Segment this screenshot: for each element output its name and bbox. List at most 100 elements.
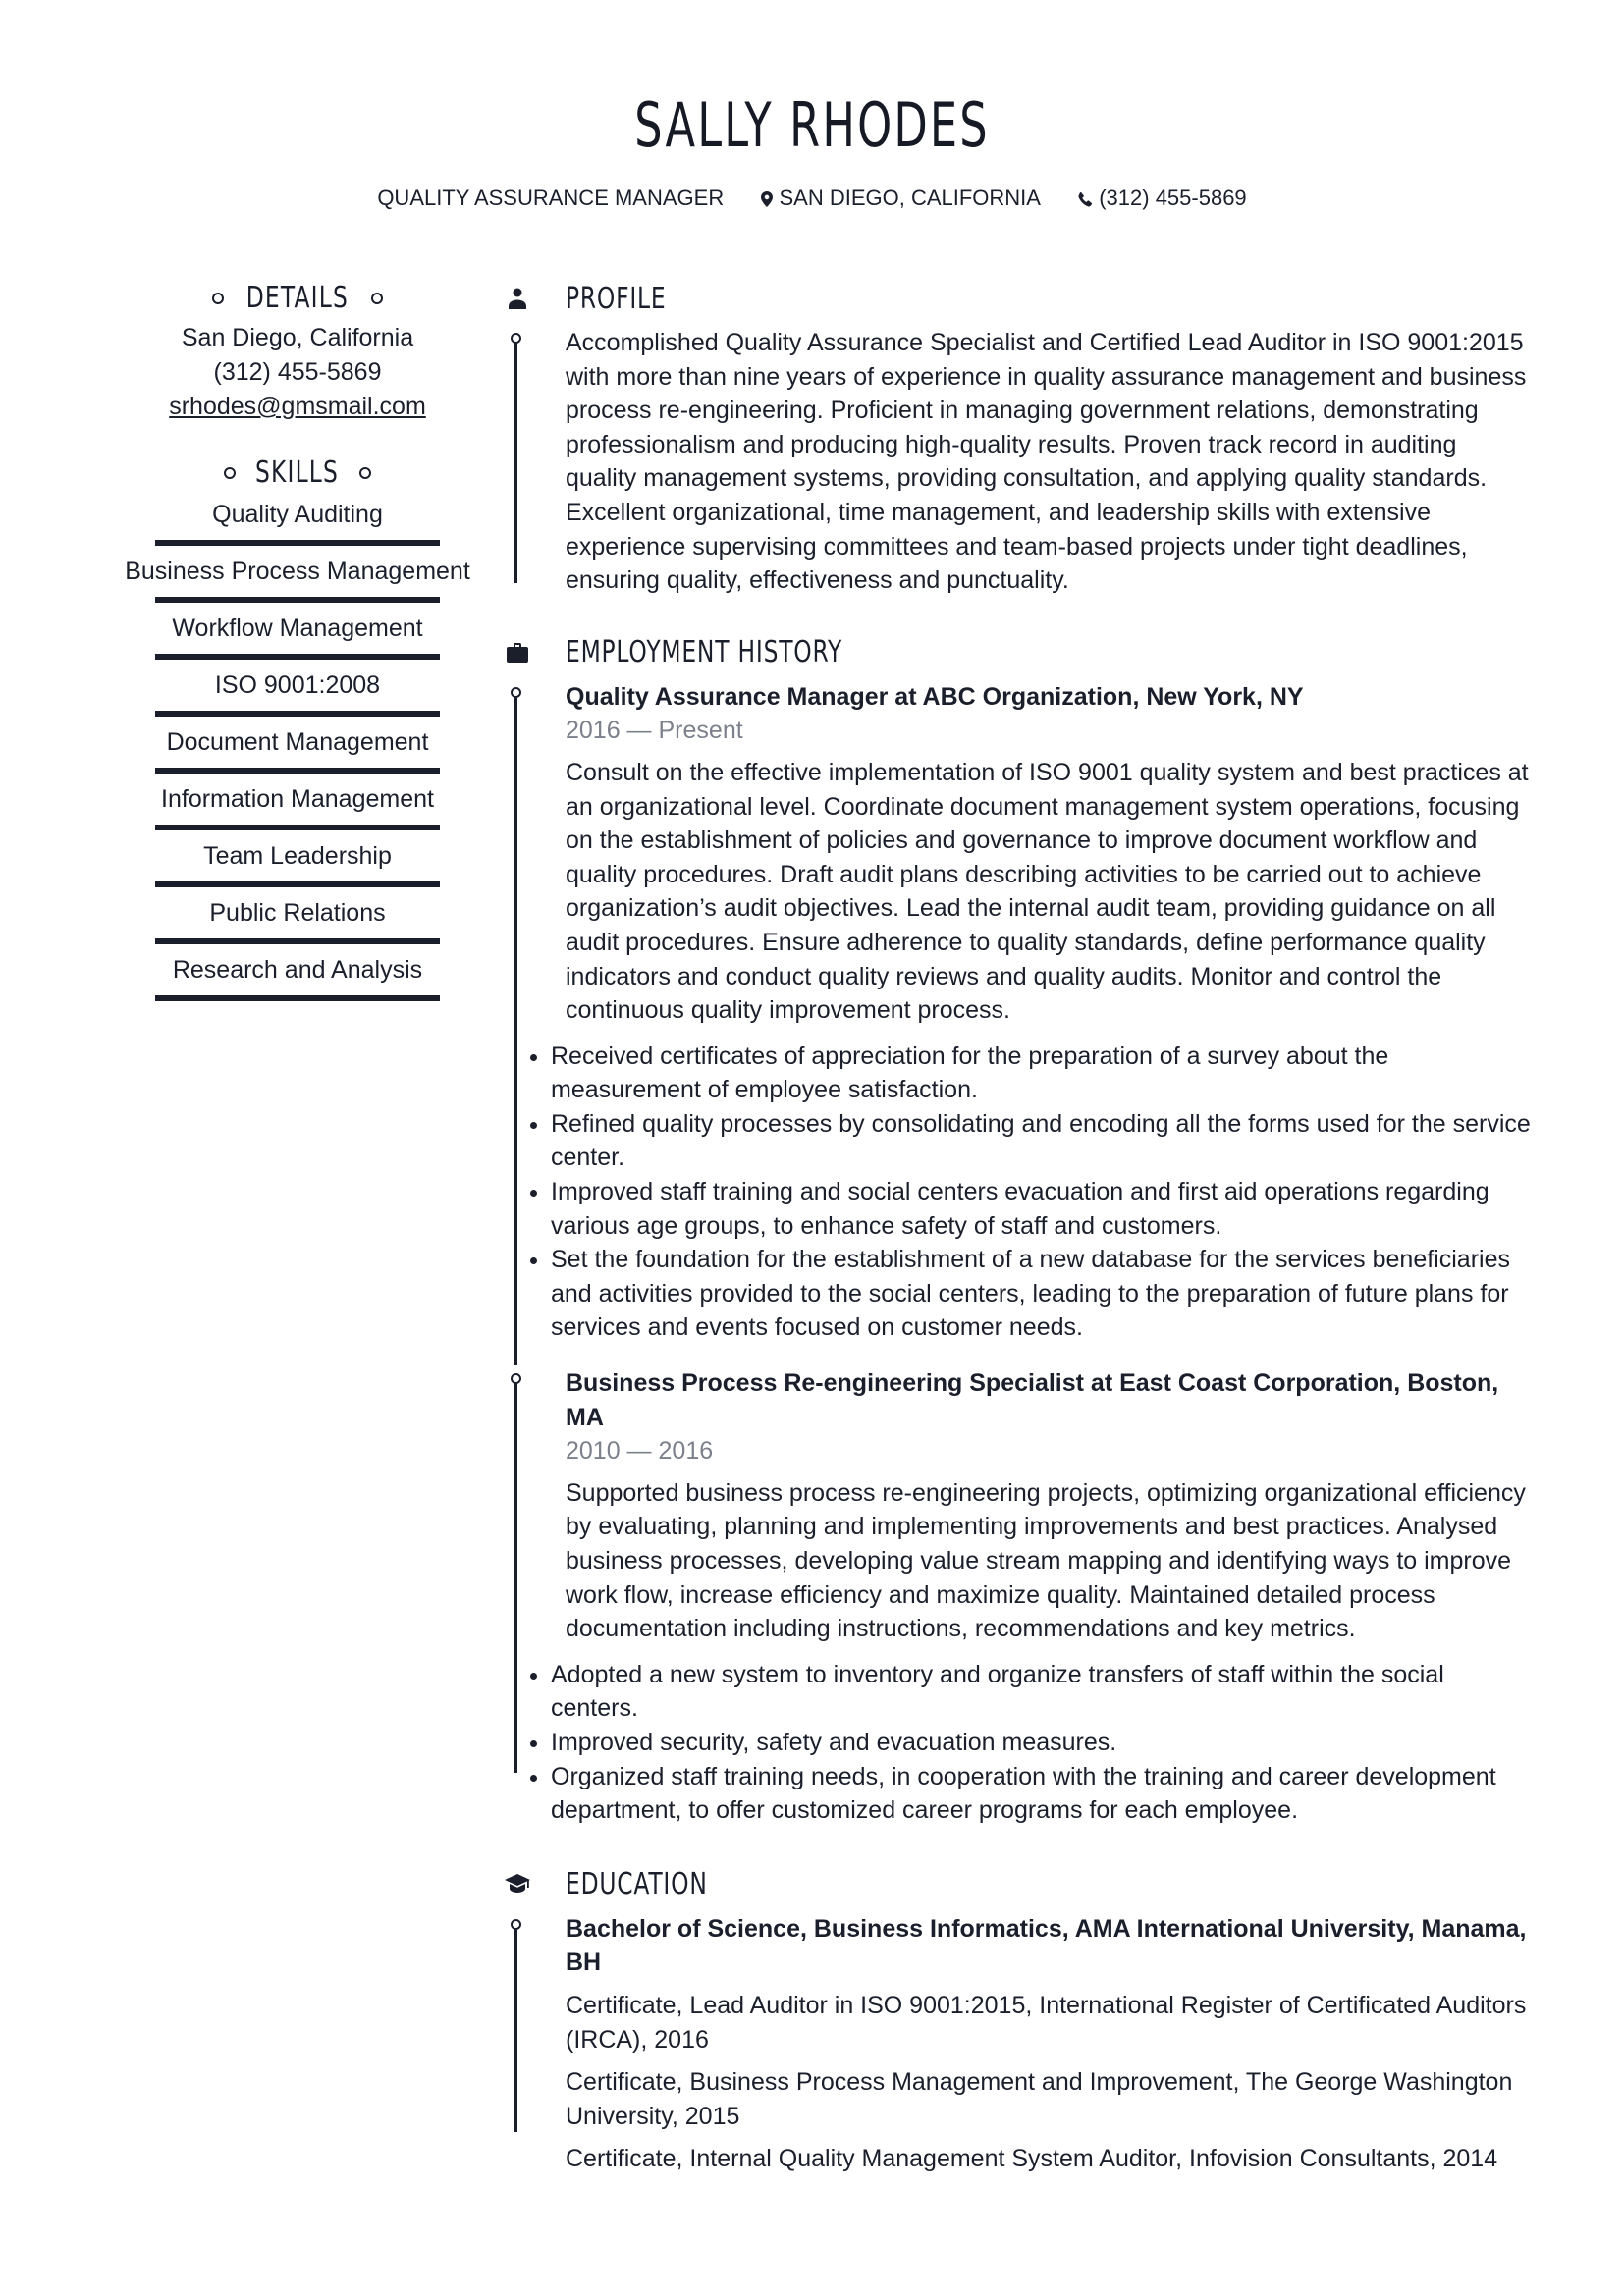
skill-level-bar	[155, 995, 440, 1001]
skill-level-fill	[155, 995, 440, 1001]
job-entry: Business Process Re-engineering Speciali…	[491, 1366, 1532, 1828]
skill-item: Public Relations	[118, 895, 477, 944]
skill-level-fill	[155, 938, 440, 944]
job-bullet: Organized staff training needs, in coope…	[551, 1760, 1532, 1828]
job-title: QUALITY ASSURANCE MANAGER	[377, 186, 725, 211]
details-address: San Diego, California	[181, 324, 414, 351]
header-phone-text: (312) 455-5869	[1099, 186, 1247, 211]
skill-item: Workflow Management	[118, 611, 477, 660]
skill-item: Information Management	[118, 781, 477, 830]
skill-label: Business Process Management	[125, 558, 470, 585]
skill-label: Quality Auditing	[212, 501, 383, 528]
skill-level-bar	[155, 597, 440, 603]
skill-level-fill	[155, 540, 440, 546]
ring-icon	[224, 467, 237, 479]
details-phone: (312) 455-5869	[213, 358, 382, 386]
certificate-item: Certificate, Lead Auditor in ISO 9001:20…	[566, 1991, 1527, 2054]
skill-item: Business Process Management	[118, 554, 477, 603]
employment-section: EMPLOYMENT HISTORY Quality Assurance Man…	[491, 633, 1532, 1828]
briefcase-icon	[491, 642, 544, 663]
timeline-node	[510, 1373, 521, 1385]
skill-label: Research and Analysis	[172, 956, 423, 984]
timeline-node	[510, 333, 521, 344]
skill-label: Information Management	[161, 785, 434, 813]
job-description: Consult on the effective implementation …	[566, 758, 1529, 1025]
skill-level-fill	[155, 825, 440, 830]
header-location: SAN DIEGO, CALIFORNIA	[761, 184, 1041, 213]
candidate-name: SALLY RHODES	[634, 89, 990, 161]
job-title: Quality Assurance Manager at ABC Organiz…	[566, 682, 1304, 711]
details-email-link[interactable]: srhodes@gmsmail.com	[118, 390, 477, 424]
certificates-list: Certificate, Lead Auditor in ISO 9001:20…	[566, 1989, 1532, 2176]
timeline-node	[510, 1918, 521, 1930]
job-bullet: Received certificates of appreciation fo…	[551, 1040, 1532, 1107]
job-bullet: Set the foundation for the establishment…	[551, 1243, 1532, 1345]
map-pin-icon	[761, 191, 774, 208]
header-subline: QUALITY ASSURANCE MANAGER SAN DIEGO, CAL…	[0, 183, 1624, 213]
skill-label: Document Management	[166, 728, 429, 756]
sidebar: DETAILS San Diego, California (312) 455-…	[118, 279, 477, 1001]
education-timeline	[514, 1923, 517, 2132]
details-section: San Diego, California (312) 455-5869 srh…	[118, 321, 477, 424]
skill-level-bar	[155, 711, 440, 717]
skill-item: Document Management	[118, 724, 477, 774]
ring-icon	[370, 293, 383, 304]
skill-level-fill	[155, 597, 440, 603]
profile-timeline	[514, 338, 517, 583]
header-phone: (312) 455-5869	[1078, 184, 1247, 213]
phone-icon	[1078, 191, 1093, 207]
job-bullet: Improved staff training and social cente…	[551, 1175, 1532, 1243]
job-dates: 2016 — Present	[566, 717, 743, 745]
job-bullets: Adopted a new system to inventory and or…	[491, 1658, 1532, 1828]
education-heading: EDUCATION	[491, 1865, 1532, 1904]
job-bullet: Adopted a new system to inventory and or…	[551, 1658, 1532, 1726]
job-dates: 2010 — 2016	[566, 1437, 714, 1466]
details-heading: DETAILS	[118, 279, 477, 318]
skill-label: Workflow Management	[172, 614, 423, 642]
education-list: Bachelor of Science, Business Informatic…	[566, 1912, 1532, 2176]
profile-heading: PROFILE	[491, 279, 1532, 318]
certificate-item: Certificate, Business Process Management…	[566, 2068, 1513, 2130]
skill-item: Research and Analysis	[118, 952, 477, 1001]
job-description: Supported business process re-engineerin…	[566, 1478, 1526, 1643]
education-section: EDUCATION Bachelor of Science, Business …	[491, 1865, 1532, 2176]
skill-level-bar	[155, 881, 440, 887]
skill-label: Team Leadership	[203, 842, 392, 870]
skill-item: Quality Auditing	[118, 497, 477, 546]
job-bullet: Refined quality processes by consolidati…	[551, 1107, 1532, 1175]
skill-label: ISO 9001:2008	[214, 671, 381, 699]
skill-level-fill	[155, 881, 440, 887]
employment-timeline	[514, 691, 517, 1365]
jobs-list: Quality Assurance Manager at ABC Organiz…	[491, 680, 1532, 1828]
skill-level-fill	[155, 711, 440, 717]
person-icon	[491, 288, 544, 309]
skill-level-fill	[155, 768, 440, 774]
header-location-text: SAN DIEGO, CALIFORNIA	[779, 186, 1041, 211]
skills-heading: SKILLS	[118, 454, 477, 493]
timeline-node	[510, 686, 521, 698]
job-entry: Quality Assurance Manager at ABC Organiz…	[491, 680, 1532, 1365]
graduation-cap-icon	[491, 1873, 544, 1896]
profile-section: PROFILE Accomplished Quality Assurance S…	[491, 279, 1532, 598]
skill-level-fill	[155, 654, 440, 660]
skills-list: Quality Auditing Business Process Manage…	[118, 497, 477, 1001]
profile-text: Accomplished Quality Assurance Specialis…	[566, 329, 1527, 595]
skill-level-bar	[155, 540, 440, 546]
skill-item: ISO 9001:2008	[118, 667, 477, 717]
skill-level-bar	[155, 938, 440, 944]
job-title: Business Process Re-engineering Speciali…	[566, 1369, 1499, 1431]
skill-level-bar	[155, 825, 440, 830]
degree: Bachelor of Science, Business Informatic…	[566, 1914, 1527, 1977]
skill-level-bar	[155, 654, 440, 660]
ring-icon	[212, 293, 225, 304]
skill-label: Public Relations	[209, 899, 386, 927]
skill-level-bar	[155, 768, 440, 774]
ring-icon	[358, 467, 371, 479]
skill-item: Team Leadership	[118, 838, 477, 887]
main-content: PROFILE Accomplished Quality Assurance S…	[491, 279, 1532, 2176]
job-bullet: Improved security, safety and evacuation…	[551, 1726, 1532, 1760]
employment-timeline	[514, 1378, 517, 1774]
certificate-item: Certificate, Internal Quality Management…	[566, 2145, 1498, 2173]
employment-heading: EMPLOYMENT HISTORY	[491, 633, 1532, 672]
job-bullets: Received certificates of appreciation fo…	[491, 1040, 1532, 1345]
